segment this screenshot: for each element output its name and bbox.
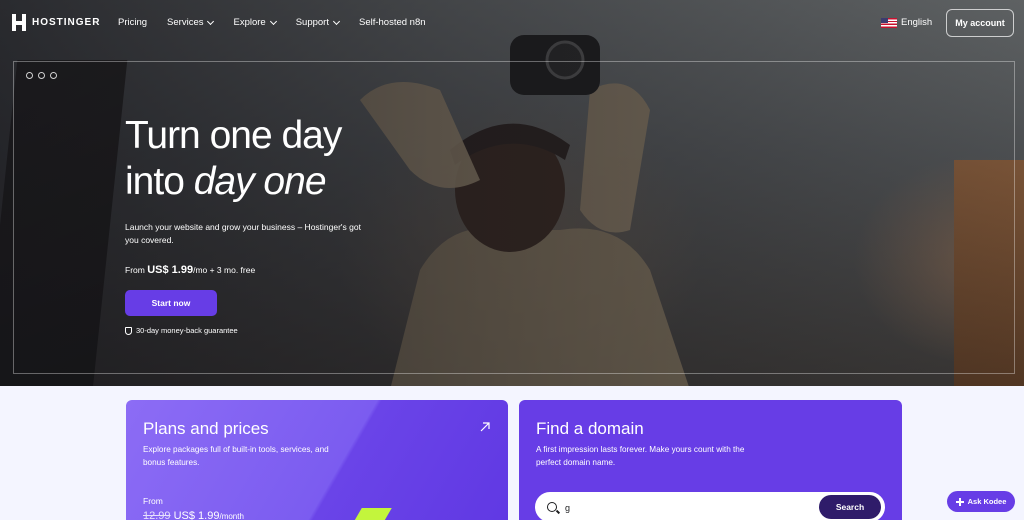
hero-title: Turn one day into day one [125, 113, 375, 205]
price-prefix: From [125, 265, 148, 275]
ask-kodee-label: Ask Kodee [967, 497, 1007, 506]
us-flag-icon [881, 17, 897, 28]
domain-description: A first impression lasts forever. Make y… [536, 445, 745, 467]
sparkle-icon [955, 497, 964, 506]
money-back-guarantee: 30-day money-back guarantee [125, 326, 375, 335]
plans-price: 12.99 US$ 1.99/month [143, 510, 244, 520]
plans-card[interactable]: Plans and prices Explore packages full o… [126, 400, 508, 520]
hero-content: Turn one day into day one Launch your we… [125, 113, 375, 335]
hero-title-line1: Turn one day [125, 114, 342, 157]
shield-check-icon [125, 326, 132, 335]
price-value: US$ 1.99 [147, 264, 194, 276]
hero-title-emphasis: day one [193, 160, 327, 203]
hostinger-logo-icon [12, 14, 26, 31]
menu-label: Explore [233, 17, 266, 28]
domain-search-button[interactable]: Search [819, 495, 881, 519]
chevron-down-icon [332, 17, 341, 25]
my-account-button[interactable]: My account [946, 9, 1014, 37]
carousel-dot[interactable] [38, 72, 45, 79]
carousel-dots[interactable] [26, 72, 57, 79]
language-selector[interactable]: English [881, 17, 932, 28]
domain-title: Find a domain [536, 419, 644, 438]
domain-search-input[interactable] [565, 499, 805, 517]
menu-label: Services [167, 17, 204, 28]
menu-item-services[interactable]: Services [167, 17, 215, 28]
search-icon [547, 502, 557, 512]
brand-name: HOSTINGER [32, 17, 101, 28]
menu-item-n8n[interactable]: Self-hosted n8n [359, 17, 426, 28]
hero-price: From US$ 1.99/mo + 3 mo. free [125, 264, 375, 276]
domain-search-box: Search [535, 492, 885, 520]
hero-title-prefix: into [125, 160, 194, 203]
brand-logo[interactable]: HOSTINGER [12, 14, 100, 31]
main-menu: Pricing Services Explore Support Self-ho… [118, 17, 426, 28]
decorative-shape [350, 508, 392, 520]
top-navigation: HOSTINGER Pricing Services Explore Suppo… [0, 0, 1024, 46]
plans-old-price: 12.99 [143, 510, 171, 520]
guarantee-text: 30-day money-back guarantee [136, 326, 238, 335]
chevron-down-icon [207, 17, 215, 25]
menu-label: Self-hosted n8n [358, 17, 426, 28]
menu-item-support[interactable]: Support [295, 17, 341, 28]
price-suffix: /mo + 3 mo. free [193, 265, 256, 275]
menu-item-explore[interactable]: Explore [233, 17, 277, 28]
plans-price-unit: /month [219, 512, 244, 520]
plans-title: Plans and prices [143, 419, 269, 438]
hero-subtitle: Launch your website and grow your busine… [125, 222, 361, 245]
menu-label: Pricing [118, 17, 148, 28]
language-label: English [901, 17, 933, 28]
carousel-dot[interactable] [50, 72, 57, 79]
plans-description: Explore packages full of built-in tools,… [143, 445, 329, 467]
chevron-down-icon [269, 17, 277, 25]
menu-label: Support [295, 17, 329, 28]
start-now-button[interactable]: Start now [125, 290, 217, 316]
domain-card: Find a domain A first impression lasts f… [519, 400, 902, 520]
menu-item-pricing[interactable]: Pricing [118, 17, 147, 28]
ask-kodee-button[interactable]: Ask Kodee [947, 491, 1015, 512]
plans-new-price: US$ 1.99 [173, 510, 220, 520]
plans-from-label: From [143, 496, 163, 506]
carousel-dot[interactable] [26, 72, 33, 79]
hero-title-line2: into day one [125, 159, 375, 205]
arrow-up-right-icon[interactable] [480, 422, 490, 432]
